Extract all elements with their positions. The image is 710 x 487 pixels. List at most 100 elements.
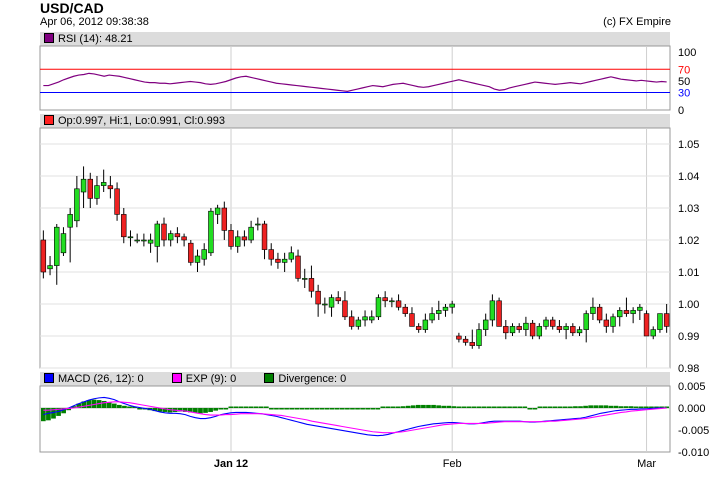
candle-body [275,258,281,263]
divergence-bar [304,408,310,410]
divergence-bar [405,405,411,408]
candle-body [295,255,301,279]
candle-body [543,319,549,327]
candle-body [60,233,67,254]
candle-body [596,306,603,321]
divergence-bar [456,406,462,408]
divergence-bar [573,406,578,408]
candle-body [302,278,308,280]
candle-body [47,265,53,270]
candle-body [536,326,543,337]
candle-body [482,319,489,330]
candle-body [462,338,469,343]
candle-body [188,242,194,263]
candle-body [429,313,435,321]
macd-ytick-label: 0.000 [678,403,706,415]
divergence-bar [350,408,355,410]
candle-body [436,310,442,314]
divergence-bar [400,406,406,408]
divergence-bar [603,405,609,408]
divergence-bar [532,408,538,410]
divergence-bar [248,406,254,408]
x-axis-label: Mar [637,458,656,470]
divergence-bar [122,405,127,408]
x-axis-label: Jan 12 [214,458,248,470]
divergence-bar [426,404,431,408]
price-ytick-label: 1.05 [678,139,699,151]
divergence-bar [390,406,396,408]
candle-body [288,252,295,260]
candle-body [322,303,328,306]
candle-body [663,313,670,327]
candle-body [335,297,341,302]
divergence-bar [608,405,614,408]
price-ytick-label: 0.99 [678,331,699,343]
candle-body [456,335,462,340]
candle-body [121,214,127,238]
divergence-bar [542,406,548,408]
divergence-bar [527,408,533,410]
candle-body [107,185,114,190]
candle-body [147,239,154,244]
divergence-bar [284,408,289,410]
candle-body [637,306,643,311]
divergence-bar [466,406,472,408]
price-ytick-label: 1.02 [678,235,699,247]
divergence-bar [441,405,447,408]
divergence-bar [421,404,426,408]
divergence-bar [263,406,269,408]
rsi-ytick-label: 0 [678,105,684,117]
divergence-bar [593,405,599,408]
divergence-bar [370,408,376,410]
rsi-ytick-label: 70 [678,64,690,76]
macd-ytick-label: -0.010 [678,447,709,459]
candle-body [114,188,120,215]
x-axis-label: Feb [443,458,462,470]
candle-body [67,214,73,228]
divergence-bar [375,408,381,410]
divergence-bar [213,408,218,411]
divergence-bar [101,400,107,408]
divergence-bar [568,406,573,408]
candle-body [100,182,107,186]
divergence-bar [578,406,583,408]
candle-body [556,326,563,330]
candle-body [570,326,576,334]
divergence-bar [562,406,568,408]
candle-body [630,310,636,314]
divergence-bar [86,400,92,408]
divergence-bar [461,406,467,408]
candle-body [362,316,368,321]
divergence-bar [324,408,330,410]
candle-body [415,326,422,330]
candle-body [74,188,80,222]
divergence-bar [203,408,208,413]
candle-body [154,223,160,247]
candle-body [583,313,589,330]
candle-body [221,207,228,231]
candle-body [94,185,100,199]
divergence-bar [106,402,112,408]
divergence-bar [547,406,553,408]
divergence-bar [415,404,421,408]
divergence-bar [633,406,639,408]
divergence-bar [274,408,279,410]
candle-body [375,297,382,318]
divergence-bar [111,403,117,408]
candle-body [241,236,248,241]
candle-body [476,329,482,346]
chart-canvas: 100 705030 0 1.05 1.04 1.03 1.02 1.01 1.00 0.99 0.… [39,45,709,470]
macd-ytick-label: 0.005 [678,381,706,393]
rsi-plot-frame [39,45,671,111]
candle-body [549,319,556,327]
divergence-bar [486,406,492,408]
candle-body [134,239,140,242]
candle-body [261,223,268,250]
candle-body [342,300,348,318]
divergence-bar [481,406,487,408]
divergence-bar [117,404,122,408]
divergence-bar [638,406,644,408]
candle-body [348,316,355,327]
candle-body [617,310,623,318]
candle-body [194,255,201,263]
